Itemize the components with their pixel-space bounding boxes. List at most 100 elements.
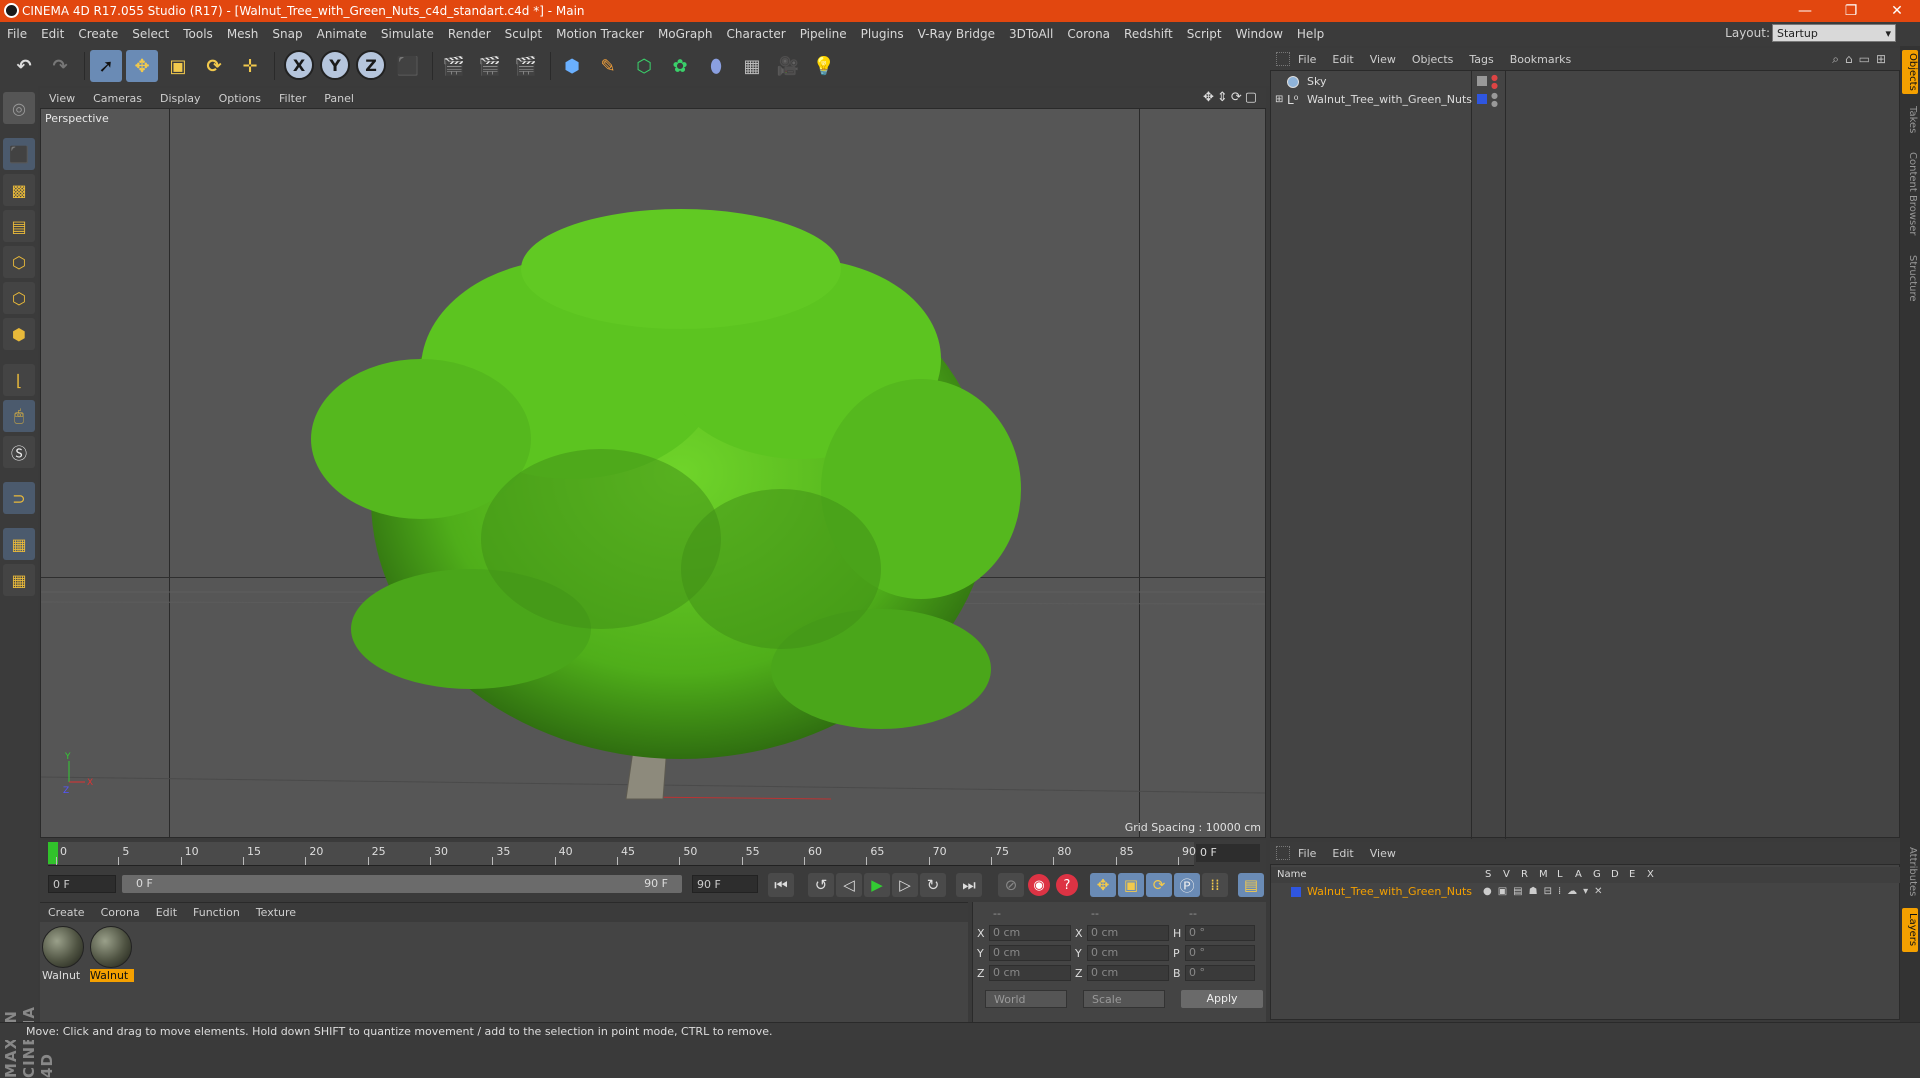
model-mode-icon[interactable]: ⬛ bbox=[3, 138, 35, 170]
autokeying-icon[interactable]: ◉ bbox=[1028, 874, 1050, 896]
menu-edit[interactable]: Edit bbox=[34, 27, 71, 41]
viewport-menu-cameras[interactable]: Cameras bbox=[84, 92, 151, 105]
om-search-home-icons[interactable]: ⌕⌂▭⊞ bbox=[1832, 52, 1892, 67]
layer-color-icon[interactable] bbox=[1477, 94, 1487, 104]
rotation-p-field[interactable]: 0 ° bbox=[1185, 945, 1255, 961]
key-parameter-icon[interactable]: Ⓟ bbox=[1174, 873, 1200, 897]
axis-mode-icon[interactable]: ⌊ bbox=[3, 364, 35, 396]
size-x-field[interactable]: 0 cm bbox=[1087, 925, 1169, 941]
om-menu-edit[interactable]: Edit bbox=[1324, 53, 1361, 66]
y-axis-lock-icon[interactable]: Y bbox=[320, 50, 350, 80]
om-menu-objects[interactable]: Objects bbox=[1404, 53, 1462, 66]
lm-menu-file[interactable]: File bbox=[1290, 847, 1324, 860]
go-to-start-icon[interactable]: ⏮ bbox=[768, 873, 794, 897]
lm-menu-edit[interactable]: Edit bbox=[1324, 847, 1361, 860]
menu-vray-bridge[interactable]: V-Ray Bridge bbox=[911, 27, 1002, 41]
viewport-menu-panel[interactable]: Panel bbox=[315, 92, 363, 105]
menu-mograph[interactable]: MoGraph bbox=[651, 27, 720, 41]
texture-mode-icon[interactable]: ▩ bbox=[3, 174, 35, 206]
material-menu-create[interactable]: Create bbox=[40, 906, 93, 919]
menu-snap[interactable]: Snap bbox=[265, 27, 309, 41]
menu-sculpt[interactable]: Sculpt bbox=[498, 27, 549, 41]
menu-simulate[interactable]: Simulate bbox=[374, 27, 441, 41]
previous-frame-icon[interactable]: ◁ bbox=[836, 873, 862, 897]
layer-row[interactable]: Walnut_Tree_with_Green_Nuts ●▣▤☗⊟⁞☁▾✕ bbox=[1271, 884, 1901, 900]
minimize-icon[interactable]: — bbox=[1782, 0, 1828, 22]
previous-key-icon[interactable]: ↺ bbox=[808, 873, 834, 897]
size-mode-select[interactable]: Scale bbox=[1083, 990, 1165, 1008]
viewport-menu-filter[interactable]: Filter bbox=[270, 92, 315, 105]
material-menu-function[interactable]: Function bbox=[185, 906, 248, 919]
material-menu-corona[interactable]: Corona bbox=[93, 906, 148, 919]
viewport-menu-display[interactable]: Display bbox=[151, 92, 210, 105]
menu-redshift[interactable]: Redshift bbox=[1117, 27, 1180, 41]
tab-content-browser[interactable]: Content Browser bbox=[1902, 146, 1918, 242]
menu-render[interactable]: Render bbox=[441, 27, 498, 41]
key-scale-icon[interactable]: ▣ bbox=[1118, 873, 1144, 897]
live-selection-icon[interactable]: ➚ bbox=[90, 50, 122, 82]
om-menu-bookmarks[interactable]: Bookmarks bbox=[1502, 53, 1579, 66]
points-mode-icon[interactable]: ⬡ bbox=[3, 246, 35, 278]
visibility-dots-icon[interactable]: ● ● bbox=[1491, 92, 1498, 108]
expand-icon[interactable]: ⊞ bbox=[1275, 91, 1283, 109]
restore-icon[interactable]: ❐ bbox=[1828, 0, 1874, 22]
menu-3dtoall[interactable]: 3DToAll bbox=[1002, 27, 1060, 41]
om-menu-tags[interactable]: Tags bbox=[1461, 53, 1501, 66]
snapping-icon[interactable]: ⊃ bbox=[3, 482, 35, 514]
tab-attributes[interactable]: Attributes bbox=[1902, 842, 1918, 902]
redo-icon[interactable]: ↷ bbox=[44, 50, 76, 82]
menu-animate[interactable]: Animate bbox=[310, 27, 374, 41]
material-swatch[interactable]: Walnut bbox=[42, 926, 86, 982]
layer-toggle-icons[interactable]: ●▣▤☗⊟⁞☁▾✕ bbox=[1483, 884, 1609, 900]
deformer-icon[interactable]: ⬮ bbox=[700, 50, 732, 82]
size-z-field[interactable]: 0 cm bbox=[1087, 965, 1169, 981]
layer-tag-icon[interactable] bbox=[1477, 76, 1487, 86]
timeline-ruler[interactable]: 0 5 10 15 20 25 30 35 40 45 50 55 60 65 70 75 80 85 90 bbox=[48, 842, 1196, 866]
visibility-dots-icon[interactable]: ● ● bbox=[1491, 74, 1498, 90]
rotation-h-field[interactable]: 0 ° bbox=[1185, 925, 1255, 941]
play-icon[interactable]: ▶ bbox=[864, 873, 890, 897]
lm-menu-view[interactable]: View bbox=[1362, 847, 1404, 860]
edges-mode-icon[interactable]: ⬡ bbox=[3, 282, 35, 314]
workplane-mode-icon[interactable]: ▤ bbox=[3, 210, 35, 242]
menu-file[interactable]: File bbox=[0, 27, 34, 41]
material-menu-texture[interactable]: Texture bbox=[248, 906, 304, 919]
viewport-navigation-icons[interactable]: ✥⇕⟳▢ bbox=[1203, 90, 1260, 105]
position-z-field[interactable]: 0 cm bbox=[989, 965, 1071, 981]
close-icon[interactable]: ✕ bbox=[1874, 0, 1920, 22]
menu-help[interactable]: Help bbox=[1290, 27, 1331, 41]
size-y-field[interactable]: 0 cm bbox=[1087, 945, 1169, 961]
recent-tool-icon[interactable]: ✛ bbox=[234, 50, 266, 82]
om-menu-file[interactable]: File bbox=[1290, 53, 1324, 66]
menu-motion-tracker[interactable]: Motion Tracker bbox=[549, 27, 651, 41]
current-frame-field[interactable]: 0 F bbox=[1196, 844, 1260, 862]
start-frame-field[interactable]: 0 F bbox=[48, 875, 116, 893]
menu-tools[interactable]: Tools bbox=[176, 27, 220, 41]
make-editable-icon[interactable]: ◎ bbox=[3, 92, 35, 124]
light-icon[interactable]: 💡 bbox=[808, 50, 840, 82]
menu-script[interactable]: Script bbox=[1180, 27, 1229, 41]
x-axis-lock-icon[interactable]: X bbox=[284, 50, 314, 80]
menu-select[interactable]: Select bbox=[125, 27, 176, 41]
material-menu-edit[interactable]: Edit bbox=[148, 906, 185, 919]
menu-pipeline[interactable]: Pipeline bbox=[793, 27, 854, 41]
viewport-menu-view[interactable]: View bbox=[40, 92, 84, 105]
rotate-tool-icon[interactable]: ⟳ bbox=[198, 50, 230, 82]
om-menu-view[interactable]: View bbox=[1362, 53, 1404, 66]
workplane-lock-icon[interactable]: ▦ bbox=[3, 528, 35, 560]
solo-mode-icon[interactable]: Ⓢ bbox=[3, 436, 35, 468]
undo-icon[interactable]: ↶ bbox=[8, 50, 40, 82]
menu-corona[interactable]: Corona bbox=[1060, 27, 1117, 41]
preview-range-slider[interactable]: 0 F 90 F bbox=[122, 875, 682, 893]
next-key-icon[interactable]: ↻ bbox=[920, 873, 946, 897]
tweak-mode-icon[interactable]: 🖱 bbox=[3, 400, 35, 432]
tab-objects[interactable]: Objects bbox=[1902, 50, 1918, 94]
timeline[interactable]: 0 5 10 15 20 25 30 35 40 45 50 55 60 65 70 75 80 85 90 0 F bbox=[40, 840, 1266, 868]
panel-grip-icon[interactable] bbox=[1276, 846, 1290, 860]
render-settings-icon[interactable]: 🎬 bbox=[510, 50, 542, 82]
layer-color-swatch[interactable] bbox=[1291, 887, 1301, 897]
position-x-field[interactable]: 0 cm bbox=[989, 925, 1071, 941]
z-axis-lock-icon[interactable]: Z bbox=[356, 50, 386, 80]
timeline-window-icon[interactable]: ▤ bbox=[1238, 873, 1264, 897]
menu-mesh[interactable]: Mesh bbox=[220, 27, 266, 41]
